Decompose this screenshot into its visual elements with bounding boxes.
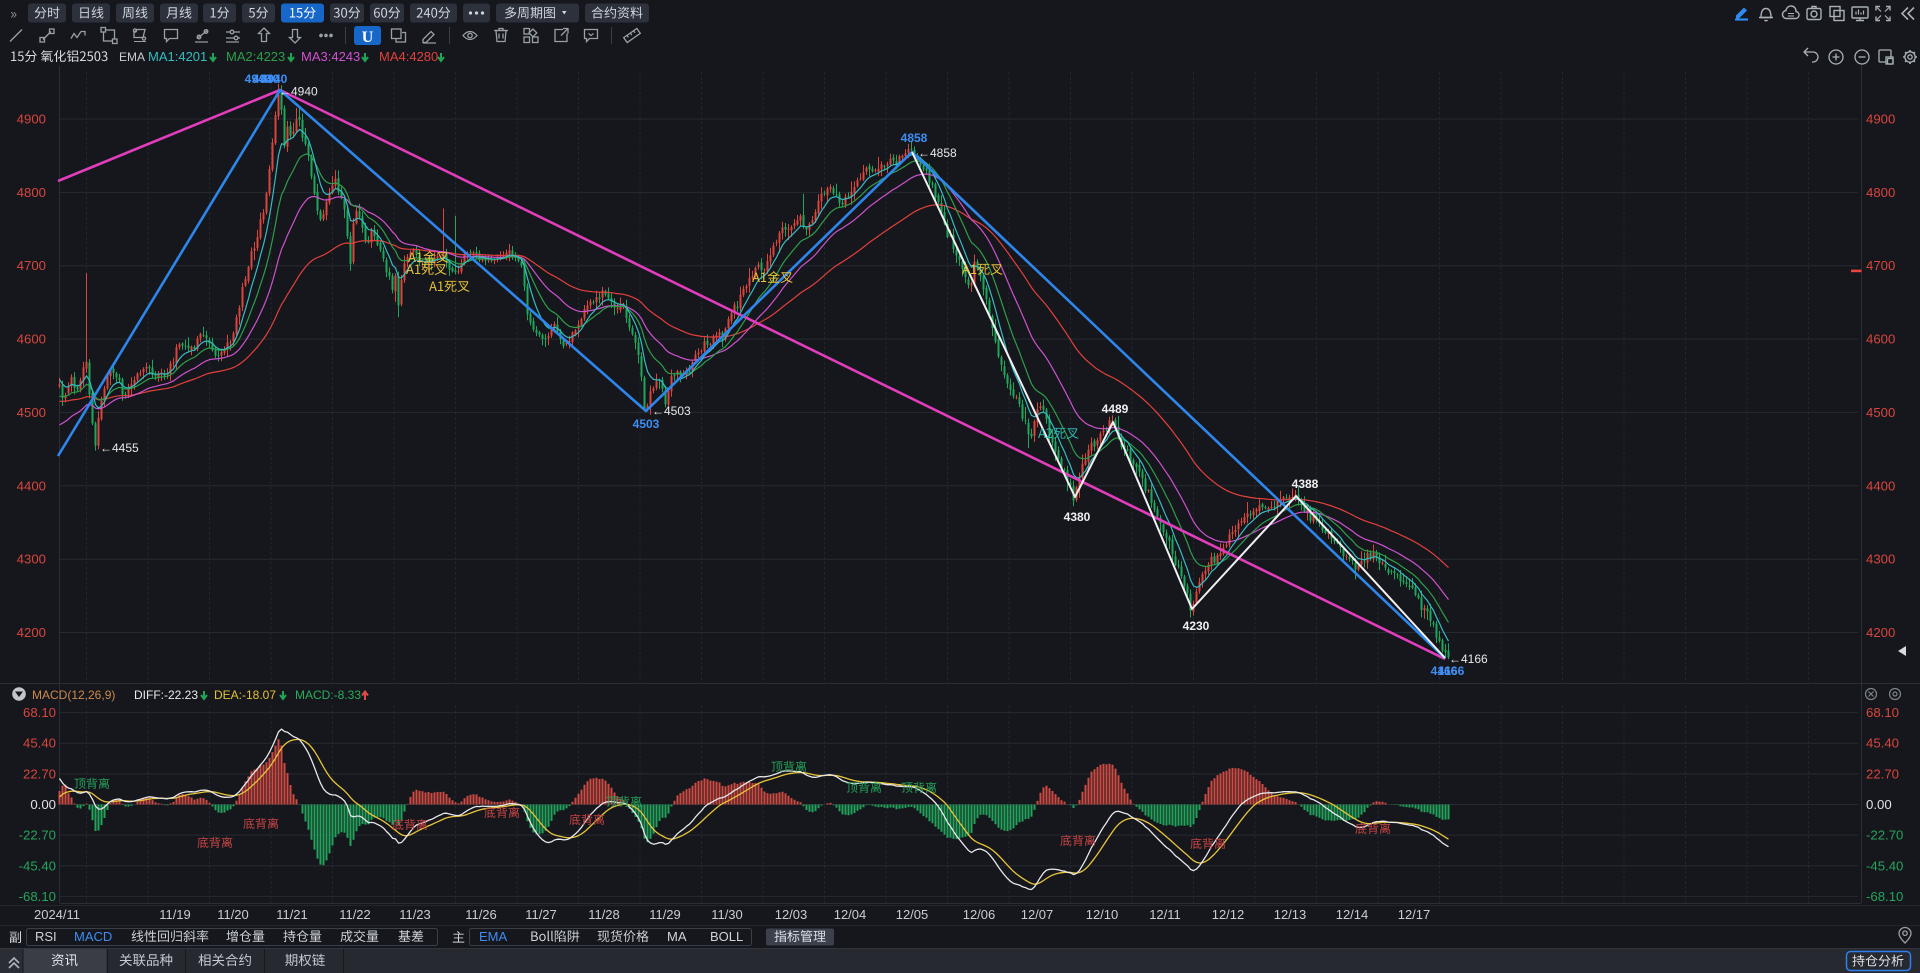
svg-text:11/26: 11/26 xyxy=(465,907,497,922)
svg-text:12/17: 12/17 xyxy=(1398,907,1431,922)
svg-text:-68.10: -68.10 xyxy=(1866,889,1903,904)
svg-text:12/07: 12/07 xyxy=(1021,907,1054,922)
svg-text:EMA: EMA xyxy=(119,50,145,64)
svg-text:4800: 4800 xyxy=(17,185,46,200)
svg-text:DIFF:-22.23: DIFF:-22.23 xyxy=(134,688,198,702)
svg-text:68.10: 68.10 xyxy=(1866,705,1899,720)
svg-text:11/28: 11/28 xyxy=(588,907,620,922)
svg-text:45.40: 45.40 xyxy=(23,736,56,751)
svg-text:4800: 4800 xyxy=(1866,185,1895,200)
svg-text:MA2:4223: MA2:4223 xyxy=(226,49,285,64)
svg-text:4200: 4200 xyxy=(17,625,46,640)
svg-text:-45.40: -45.40 xyxy=(19,858,56,873)
svg-text:12/12: 12/12 xyxy=(1212,907,1245,922)
svg-text:4500: 4500 xyxy=(17,405,46,420)
svg-text:12/14: 12/14 xyxy=(1336,907,1369,922)
svg-text:45.40: 45.40 xyxy=(1866,736,1899,751)
svg-text:←4858: ←4858 xyxy=(918,146,957,160)
svg-text:4700: 4700 xyxy=(17,258,46,273)
svg-text:0.00: 0.00 xyxy=(30,797,56,812)
svg-text:4900: 4900 xyxy=(1866,112,1895,127)
svg-text:MA3:4243: MA3:4243 xyxy=(301,49,360,64)
svg-text:4858: 4858 xyxy=(901,131,928,145)
svg-text:12/10: 12/10 xyxy=(1086,907,1119,922)
svg-text:4600: 4600 xyxy=(1866,332,1895,347)
svg-text:MA: MA xyxy=(667,929,687,944)
svg-text:4200: 4200 xyxy=(1866,625,1895,640)
svg-text:-45.40: -45.40 xyxy=(1866,858,1903,873)
svg-text:12/13: 12/13 xyxy=(1274,907,1307,922)
svg-text:MACD: MACD xyxy=(74,929,112,944)
svg-text:4380: 4380 xyxy=(1064,510,1091,524)
svg-text:12/05: 12/05 xyxy=(896,907,929,922)
svg-text:68.10: 68.10 xyxy=(23,705,56,720)
svg-text:-22.70: -22.70 xyxy=(19,828,56,843)
svg-text:12/11: 12/11 xyxy=(1149,907,1181,922)
svg-text:11/22: 11/22 xyxy=(339,907,371,922)
svg-text:←4503: ←4503 xyxy=(652,404,691,418)
svg-text:MACD:-8.33: MACD:-8.33 xyxy=(295,688,361,702)
svg-text:4500: 4500 xyxy=(1866,405,1895,420)
svg-text:11/30: 11/30 xyxy=(711,907,743,922)
svg-text:12/04: 12/04 xyxy=(834,907,867,922)
svg-text:11/29: 11/29 xyxy=(649,907,681,922)
svg-text:EMA: EMA xyxy=(479,929,508,944)
svg-text:MA4:4280: MA4:4280 xyxy=(379,49,438,64)
svg-text:4600: 4600 xyxy=(17,332,46,347)
svg-text:←4455: ←4455 xyxy=(100,441,139,455)
svg-text:11/23: 11/23 xyxy=(399,907,431,922)
svg-text:4400: 4400 xyxy=(1866,478,1895,493)
svg-text:4940: 4940 xyxy=(261,72,288,86)
svg-text:BOLL: BOLL xyxy=(710,929,743,944)
svg-text:4503: 4503 xyxy=(633,417,660,431)
svg-text:0.00: 0.00 xyxy=(1866,797,1892,812)
svg-text:11/19: 11/19 xyxy=(159,907,191,922)
svg-text:4489: 4489 xyxy=(1102,402,1129,416)
svg-text:4230: 4230 xyxy=(1183,619,1210,633)
svg-text:2024/11: 2024/11 xyxy=(34,907,80,922)
svg-text:-68.10: -68.10 xyxy=(19,889,56,904)
svg-text:11/27: 11/27 xyxy=(525,907,557,922)
svg-text:4300: 4300 xyxy=(1866,552,1895,567)
svg-text:-22.70: -22.70 xyxy=(1866,828,1903,843)
svg-text:12/06: 12/06 xyxy=(963,907,996,922)
svg-text:MA1:4201: MA1:4201 xyxy=(148,49,207,64)
svg-text:11/21: 11/21 xyxy=(276,907,308,922)
svg-text:MACD(12,26,9): MACD(12,26,9) xyxy=(32,688,115,702)
svg-text:4900: 4900 xyxy=(17,112,46,127)
svg-text:4400: 4400 xyxy=(17,478,46,493)
svg-text:11/20: 11/20 xyxy=(217,907,249,922)
svg-text:12/03: 12/03 xyxy=(775,907,808,922)
svg-text:22.70: 22.70 xyxy=(23,766,56,781)
svg-text:RSI: RSI xyxy=(35,929,57,944)
svg-text:←4940: ←4940 xyxy=(279,85,318,99)
svg-text:4166: 4166 xyxy=(1438,664,1465,678)
svg-text:22.70: 22.70 xyxy=(1866,766,1899,781)
svg-text:4700: 4700 xyxy=(1866,258,1895,273)
svg-text:U: U xyxy=(362,29,374,46)
svg-text:DEA:-18.07: DEA:-18.07 xyxy=(214,688,276,702)
svg-text:4300: 4300 xyxy=(17,552,46,567)
svg-text:4388: 4388 xyxy=(1292,477,1319,491)
